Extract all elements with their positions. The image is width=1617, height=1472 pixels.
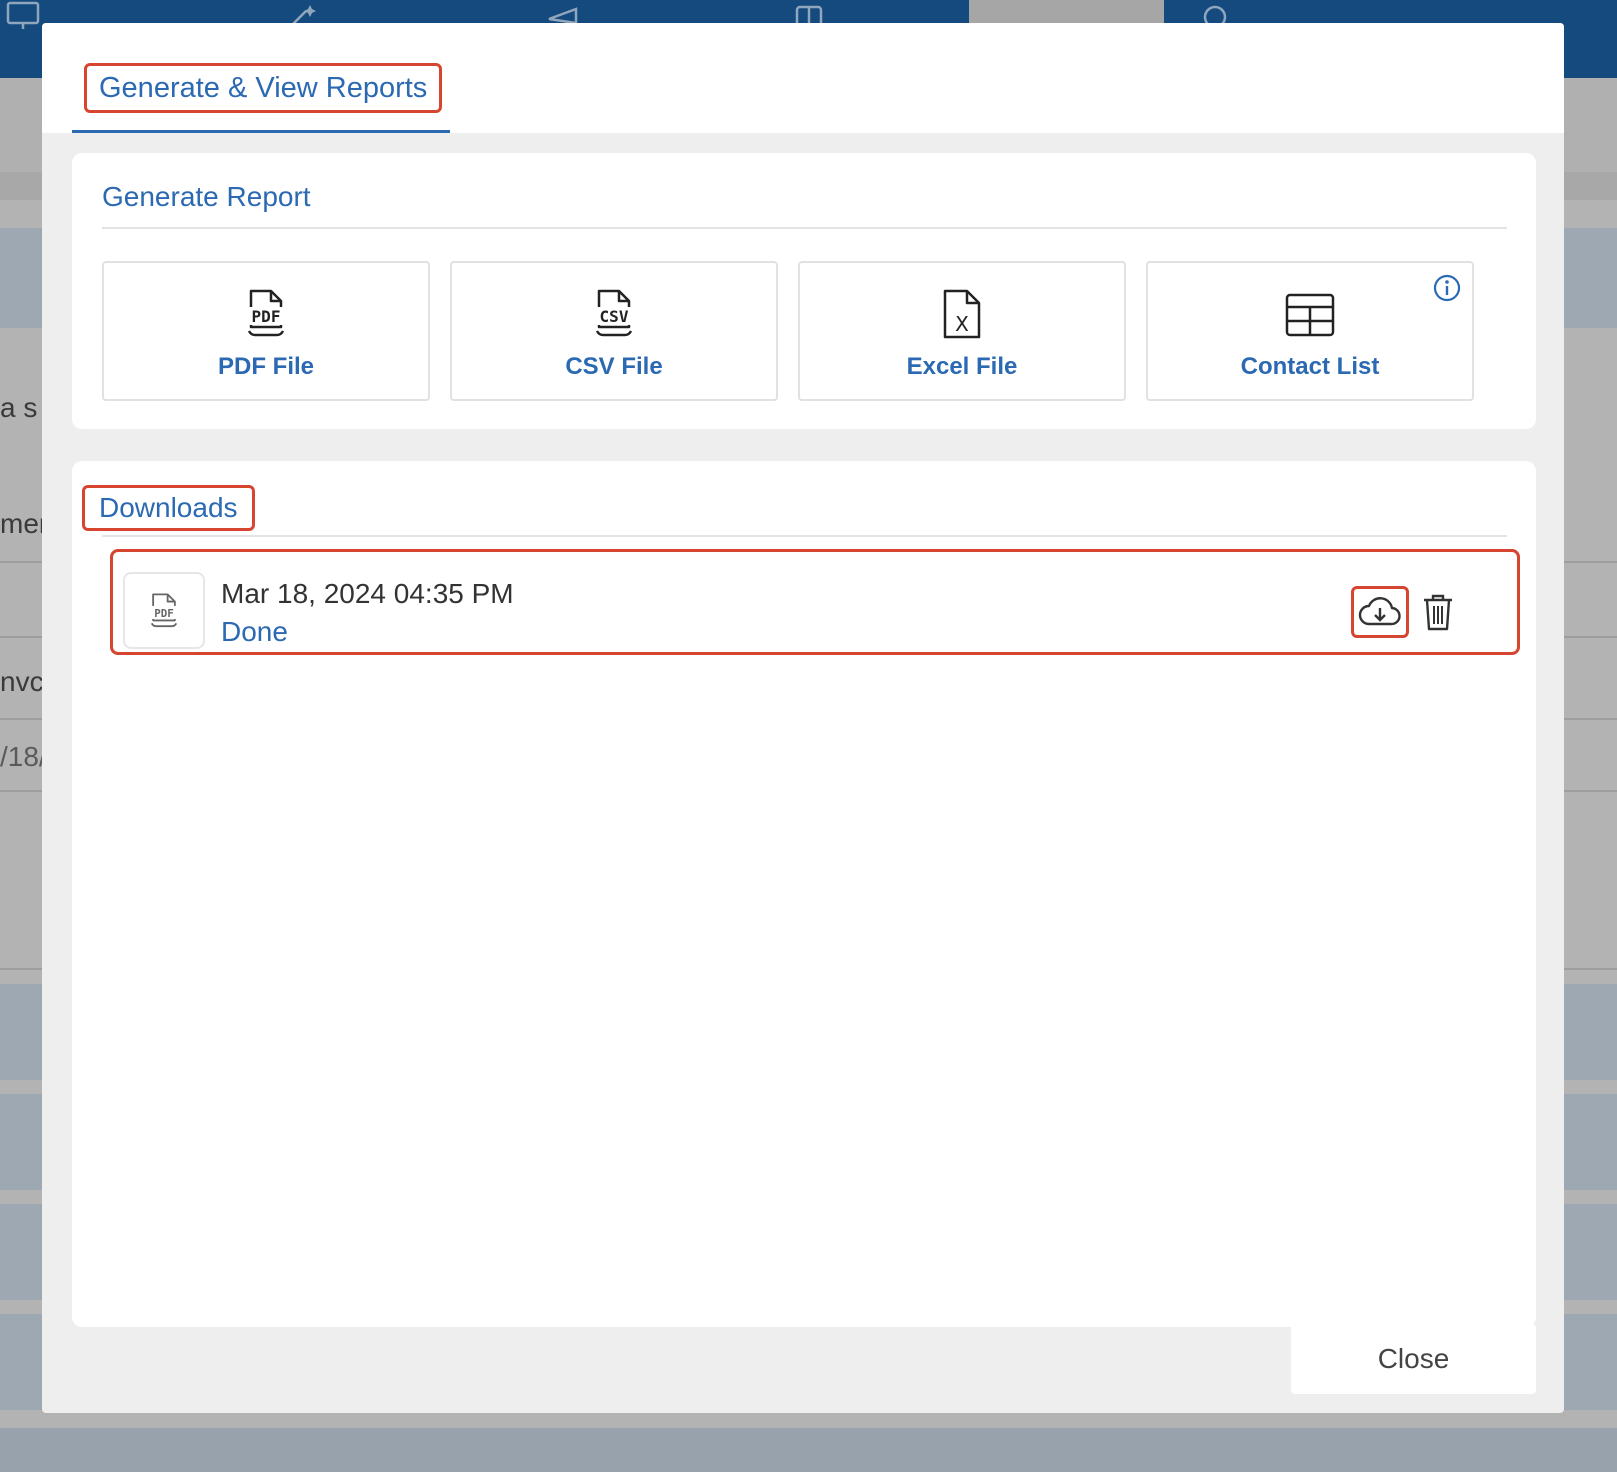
svg-text:X: X [955,312,969,336]
generate-report-card: Generate Report PDF PDF File CSV CSV Fil… [72,153,1536,429]
section-divider [102,535,1507,537]
generate-report-title: Generate Report [102,181,311,212]
svg-text:CSV: CSV [600,307,629,326]
reports-modal: Generate & View Reports Generate Report … [42,23,1564,1413]
download-date: Mar 18, 2024 04:35 PM [221,578,514,609]
excel-file-button[interactable]: X Excel File [798,261,1126,401]
csv-file-label: CSV File [565,353,663,380]
excel-file-icon: X [943,289,981,339]
excel-file-label: Excel File [906,353,1018,380]
svg-text:PDF: PDF [154,606,174,619]
bg-text-snippet: nvc [0,666,44,697]
svg-text:PDF: PDF [252,307,281,326]
download-item: PDF Mar 18, 2024 04:35 PM Done [110,549,1520,655]
pdf-file-icon: PDF [149,592,179,627]
download-status: Done [221,616,288,647]
info-icon[interactable] [1432,273,1462,303]
close-button[interactable]: Close [1291,1324,1536,1394]
pdf-file-label: PDF File [217,353,314,380]
download-button[interactable] [1351,586,1409,638]
csv-file-button[interactable]: CSV CSV File [450,261,778,401]
contact-list-label: Contact List [1240,353,1380,380]
cloud-download-icon [1358,597,1401,626]
table-icon [1285,293,1335,337]
tab-label: Generate & View Reports [84,63,443,113]
bg-text-snippet: /18/ [0,741,47,772]
trash-icon [1424,594,1452,631]
bg-text-snippet: a s [0,392,38,423]
monitor-icon [6,1,40,29]
downloads-card: Downloads PDF Mar 18, 2024 04:35 PM Done [72,461,1536,1327]
pdf-file-button[interactable]: PDF PDF File [102,261,430,401]
file-thumbnail: PDF [123,572,205,649]
modal-header: Generate & View Reports [42,23,1564,133]
delete-button[interactable] [1418,590,1458,634]
bg-footer [0,1428,1617,1472]
downloads-title: Downloads [82,485,255,531]
contact-list-button[interactable]: Contact List [1146,261,1474,401]
section-divider [102,227,1507,229]
pdf-file-icon: PDF [246,289,286,337]
csv-file-icon: CSV [594,289,634,337]
tab-generate-view-reports[interactable]: Generate & View Reports [72,23,450,133]
